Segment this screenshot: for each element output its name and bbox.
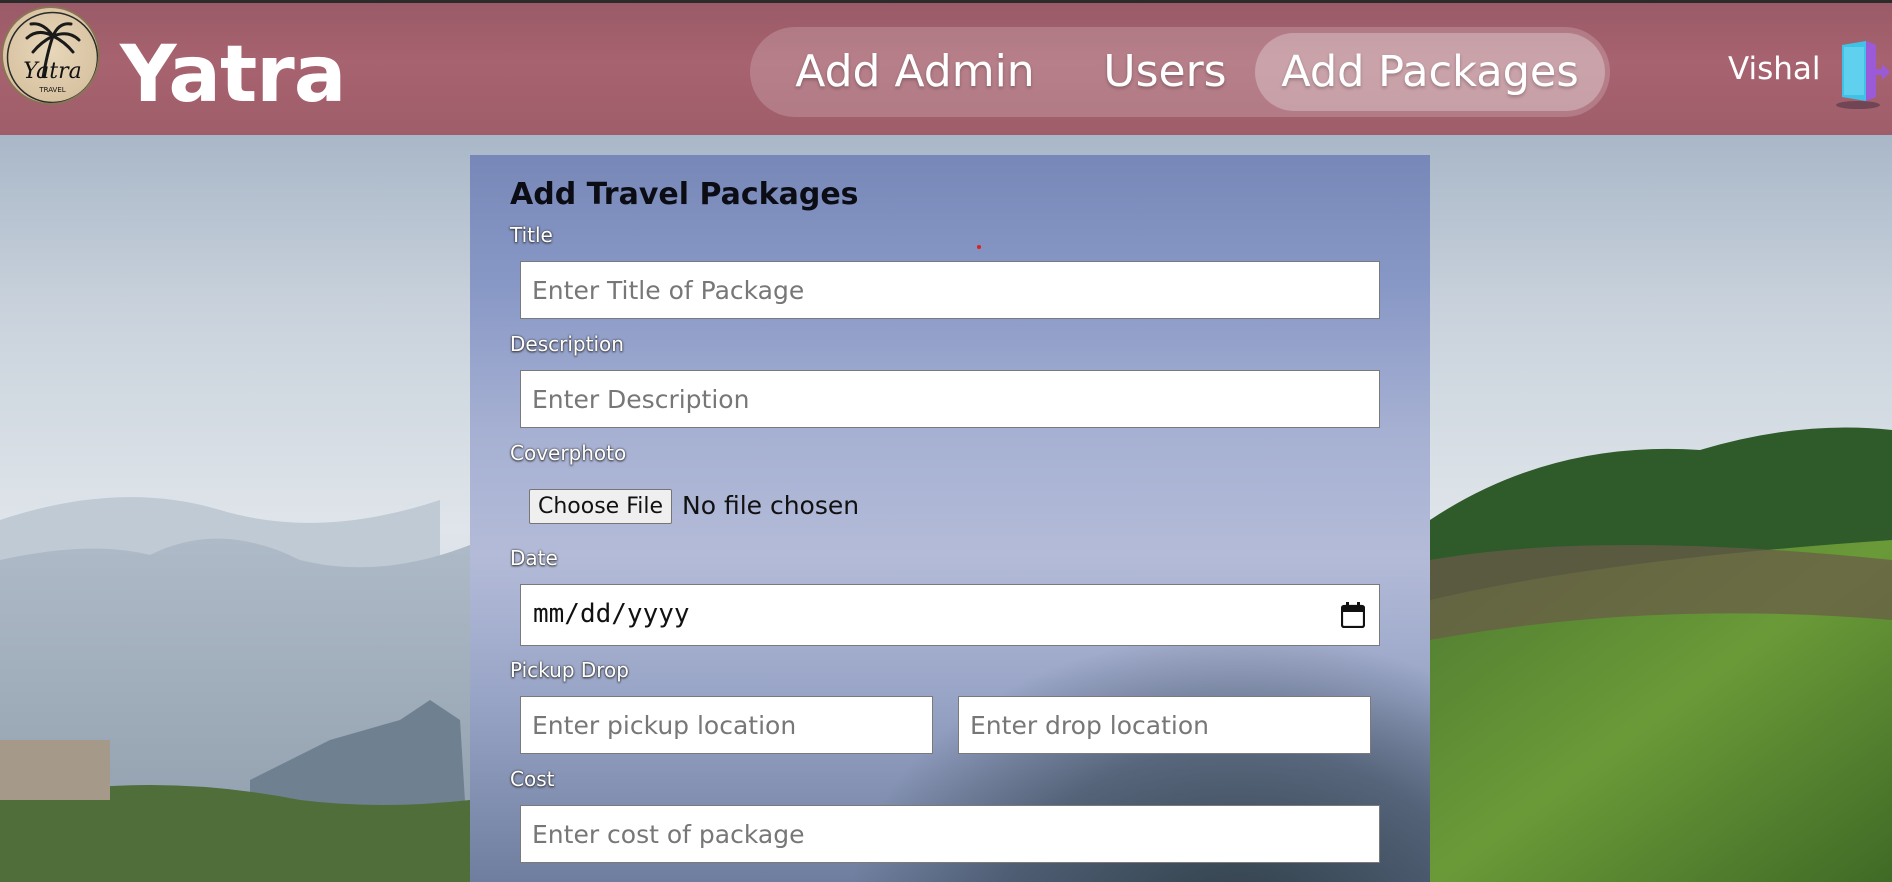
cursor-dot [977, 245, 981, 249]
pickup-drop-label: Pickup Drop [510, 658, 629, 682]
yatra-logo[interactable]: Yatra TRAVEL [1, 6, 100, 105]
pickup-input[interactable] [520, 696, 933, 754]
nav-add-packages[interactable]: Add Packages [1255, 33, 1605, 111]
file-status-text: No file chosen [682, 491, 860, 520]
calendar-icon[interactable] [1341, 602, 1365, 628]
title-input[interactable] [520, 261, 1380, 319]
main-nav: Add Admin Users Add Packages [750, 27, 1610, 117]
username-label: Vishal [1728, 51, 1821, 87]
svg-text:Yatra: Yatra [23, 59, 81, 84]
svg-text:TRAVEL: TRAVEL [38, 86, 65, 94]
title-label: Title [510, 223, 553, 247]
brand-title[interactable]: Yatra [120, 25, 346, 125]
nav-users[interactable]: Users [1080, 33, 1250, 111]
add-package-form: Add Travel Packages Title Description Co… [470, 155, 1430, 882]
coverphoto-label: Coverphoto [510, 441, 627, 465]
cost-input[interactable] [520, 805, 1380, 863]
nav-add-admin[interactable]: Add Admin [780, 33, 1050, 111]
description-input[interactable] [520, 370, 1380, 428]
date-label: Date [510, 546, 558, 570]
choose-file-button[interactable]: Choose File [529, 489, 673, 524]
top-navbar: Yatra TRAVEL Yatra Add Admin Users Add P… [0, 0, 1892, 135]
description-label: Description [510, 332, 624, 356]
cost-label: Cost [510, 767, 555, 791]
drop-input[interactable] [958, 696, 1371, 754]
form-title: Add Travel Packages [510, 177, 859, 212]
logout-door-icon[interactable] [1832, 39, 1890, 111]
date-input[interactable]: mm/dd/yyyy [520, 584, 1380, 646]
date-placeholder: mm/dd/yyyy [533, 599, 690, 629]
